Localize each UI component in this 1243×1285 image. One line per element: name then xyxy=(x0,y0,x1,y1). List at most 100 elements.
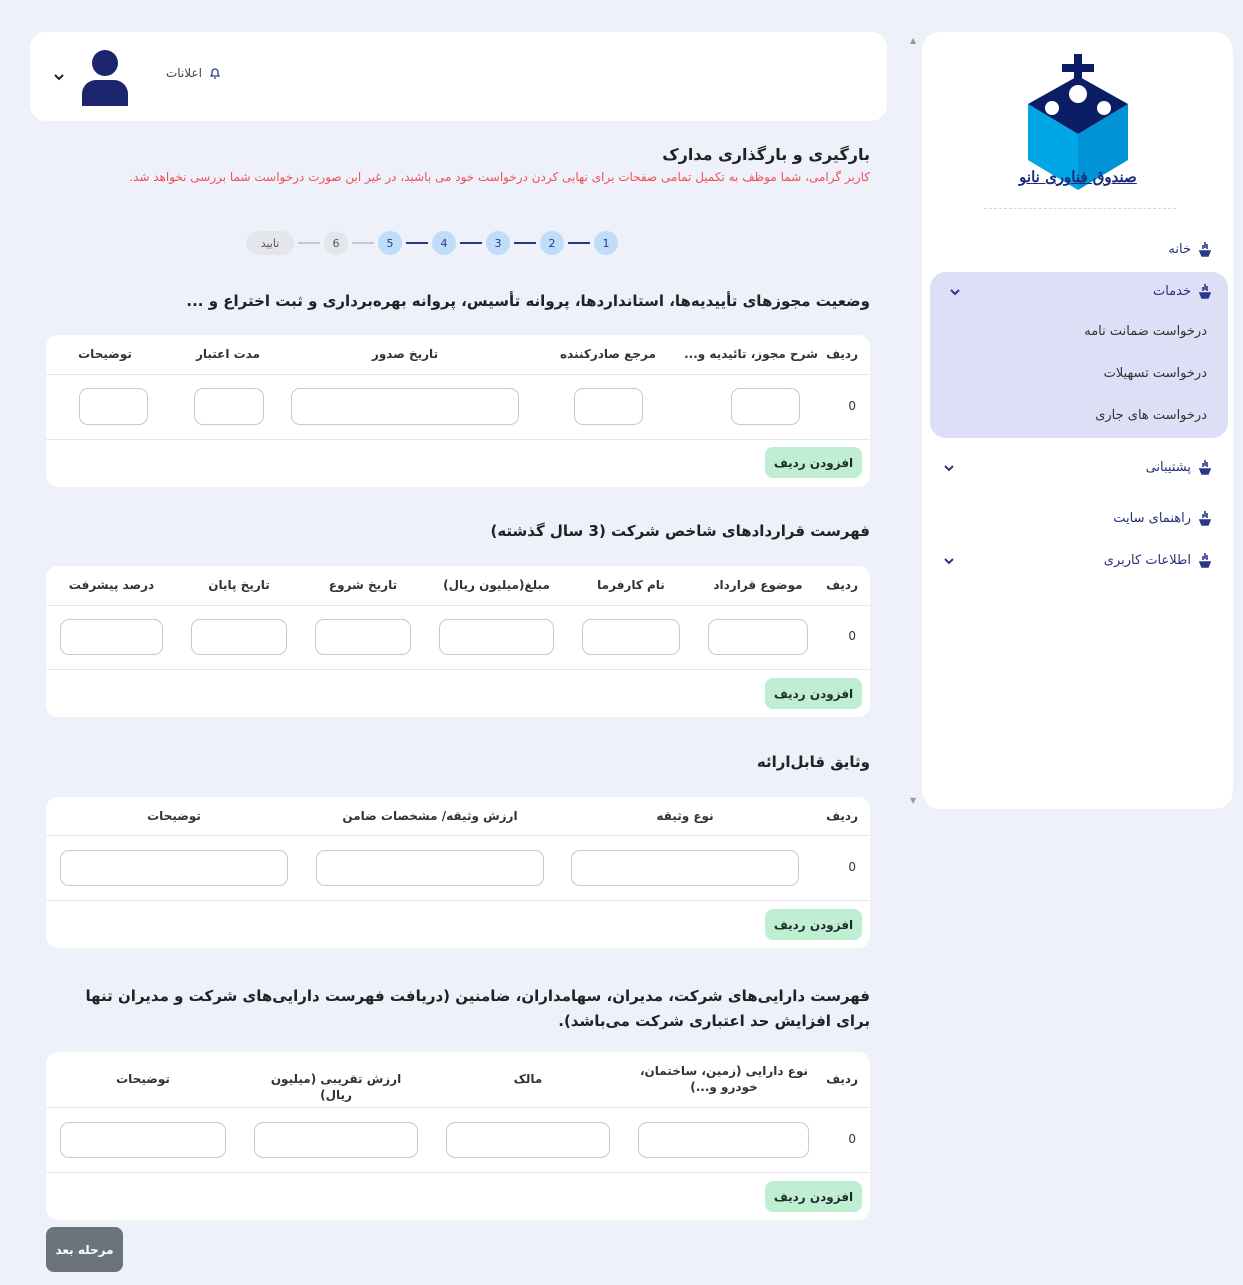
row-index: 0 xyxy=(848,1132,856,1146)
issuing-authority-input[interactable] xyxy=(574,388,643,425)
stepper: تایید 6 5 4 3 2 1 xyxy=(246,230,618,256)
column-header: مرجع صادرکننده xyxy=(560,347,656,361)
row-divider xyxy=(46,900,870,901)
hand-icon xyxy=(1198,284,1212,299)
owner-input[interactable] xyxy=(446,1122,610,1158)
add-row-button[interactable]: افزودن ردیف xyxy=(765,1181,862,1212)
amount-input[interactable] xyxy=(439,619,554,655)
column-header: نوع دارایی (زمین، ساختمان، خودرو و...) xyxy=(640,1064,808,1094)
step-connector xyxy=(514,242,536,244)
column-header: مالک xyxy=(513,1072,543,1086)
column-header: ارزش وثیقه/ مشخصات ضامن xyxy=(342,809,518,823)
column-header: ردیف xyxy=(826,809,858,823)
asset-type-input[interactable] xyxy=(638,1122,809,1158)
row-divider xyxy=(46,374,870,375)
sidebar-item-user-info[interactable]: اطلاعات کاربری xyxy=(1104,549,1213,571)
sidebar-subitem-facilities[interactable]: درخواست تسهیلات xyxy=(1104,366,1207,381)
approx-value-input[interactable] xyxy=(254,1122,418,1158)
column-header: ردیف xyxy=(826,1072,858,1086)
row-divider xyxy=(46,1107,870,1108)
section-title-assets: فهرست دارایی‌های شرکت، مدیران، سهامداران… xyxy=(85,987,870,1030)
collateral-type-input[interactable] xyxy=(571,850,799,886)
sidebar-subitem-guarantee[interactable]: درخواست ضمانت نامه xyxy=(1084,324,1207,339)
step-3[interactable]: 3 xyxy=(486,231,510,255)
step-2[interactable]: 2 xyxy=(540,231,564,255)
column-header: ارزش تقریبی (میلیون ریال) xyxy=(270,1072,402,1102)
step-5[interactable]: 5 xyxy=(378,231,402,255)
row-divider xyxy=(46,669,870,670)
column-header: تاریخ شروع xyxy=(328,578,398,592)
column-header: نوع وثیقه xyxy=(656,809,714,823)
progress-input[interactable] xyxy=(60,619,163,655)
validity-input[interactable] xyxy=(194,388,264,425)
add-row-button[interactable]: افزودن ردیف xyxy=(765,447,862,478)
hand-icon xyxy=(1198,460,1212,475)
step-6[interactable]: 6 xyxy=(324,231,348,255)
table-permits: ردیف شرح مجوز، تائیدیه و... مرجع صادرکنن… xyxy=(46,335,870,487)
step-connector xyxy=(568,242,590,244)
contract-subject-input[interactable] xyxy=(708,619,808,655)
employer-name-input[interactable] xyxy=(582,619,680,655)
notes-input[interactable] xyxy=(79,388,148,425)
step-connector xyxy=(352,242,374,244)
chevron-down-icon[interactable] xyxy=(942,461,956,475)
sidebar-item-home[interactable]: خانه xyxy=(1168,238,1213,260)
sidebar-item-guide[interactable]: راهنمای سایت xyxy=(1113,507,1213,529)
sidebar-divider xyxy=(984,208,1176,209)
warning-text: کاربر گرامی، شما موظف به تکمیل تمامی صفح… xyxy=(129,170,870,184)
table-contracts: ردیف موضوع قرارداد نام کارفرما مبلغ(میلی… xyxy=(46,566,870,717)
row-index: 0 xyxy=(848,860,856,874)
permit-description-input[interactable] xyxy=(731,388,800,425)
user-menu-chevron-icon[interactable] xyxy=(52,70,66,84)
sidebar-item-label: پشتیبانی xyxy=(1145,459,1191,475)
row-index: 0 xyxy=(848,399,856,413)
row-divider xyxy=(46,1172,870,1173)
end-date-input[interactable] xyxy=(191,619,287,655)
column-header: توضیحات xyxy=(78,347,132,361)
hand-icon xyxy=(1198,511,1212,526)
collateral-value-input[interactable] xyxy=(316,850,544,886)
sidebar-item-services[interactable]: خدمات xyxy=(1153,280,1213,302)
next-step-button[interactable]: مرحله بعد xyxy=(46,1227,123,1272)
chevron-down-icon[interactable] xyxy=(948,285,962,299)
hand-icon xyxy=(1198,553,1212,568)
column-header: ردیف xyxy=(826,347,858,361)
column-header: نام کارفرما xyxy=(597,578,665,592)
row-index: 0 xyxy=(848,629,856,643)
step-1[interactable]: 1 xyxy=(594,231,618,255)
avatar-icon[interactable] xyxy=(80,48,130,106)
start-date-input[interactable] xyxy=(315,619,411,655)
column-header: شرح مجوز، تائیدیه و... xyxy=(684,347,818,361)
add-row-button[interactable]: افزودن ردیف xyxy=(765,678,862,709)
notes-input[interactable] xyxy=(60,1122,226,1158)
step-confirm[interactable]: تایید xyxy=(246,231,294,255)
sidebar-subitem-current[interactable]: درخواست های جاری xyxy=(1095,408,1207,423)
step-connector xyxy=(460,242,482,244)
column-header: مدت اعتبار xyxy=(195,347,261,361)
table-collateral: ردیف نوع وثیقه ارزش وثیقه/ مشخصات ضامن ت… xyxy=(46,797,870,948)
add-row-button[interactable]: افزودن ردیف xyxy=(765,909,862,940)
sidebar-item-label: راهنمای سایت xyxy=(1113,510,1191,526)
row-divider xyxy=(46,605,870,606)
hand-icon xyxy=(1198,242,1212,257)
chevron-down-icon[interactable] xyxy=(942,554,956,568)
bell-icon xyxy=(209,68,221,79)
sidebar-item-support[interactable]: پشتیبانی xyxy=(1146,456,1213,478)
column-header: توضیحات xyxy=(147,809,201,823)
step-connector xyxy=(406,242,428,244)
notifications-link[interactable]: اعلانات xyxy=(166,66,222,80)
page-title: بارگیری و بارگذاری مدارک xyxy=(662,145,870,164)
logo-text: صندوق فناوری نانو xyxy=(1019,168,1137,186)
row-divider xyxy=(46,439,870,440)
section-title-contracts: فهرست قراردادهای شاخص شرکت (3 سال گذشته) xyxy=(490,522,870,540)
step-4[interactable]: 4 xyxy=(432,231,456,255)
notes-input[interactable] xyxy=(60,850,288,886)
sidebar-item-label: خانه xyxy=(1168,241,1191,257)
column-header: تاریخ صدور xyxy=(371,347,439,361)
sidebar-scrollbar[interactable]: ▲ ▼ xyxy=(907,32,921,809)
section-title-permits: وضعیت مجوزهای تأییدیه‌ها، استانداردها، پ… xyxy=(186,292,870,310)
issue-date-input[interactable] xyxy=(291,388,519,425)
column-header: مبلغ(میلیون ریال) xyxy=(443,578,550,592)
step-connector xyxy=(298,242,320,244)
column-header: درصد پیشرفت xyxy=(68,578,155,592)
